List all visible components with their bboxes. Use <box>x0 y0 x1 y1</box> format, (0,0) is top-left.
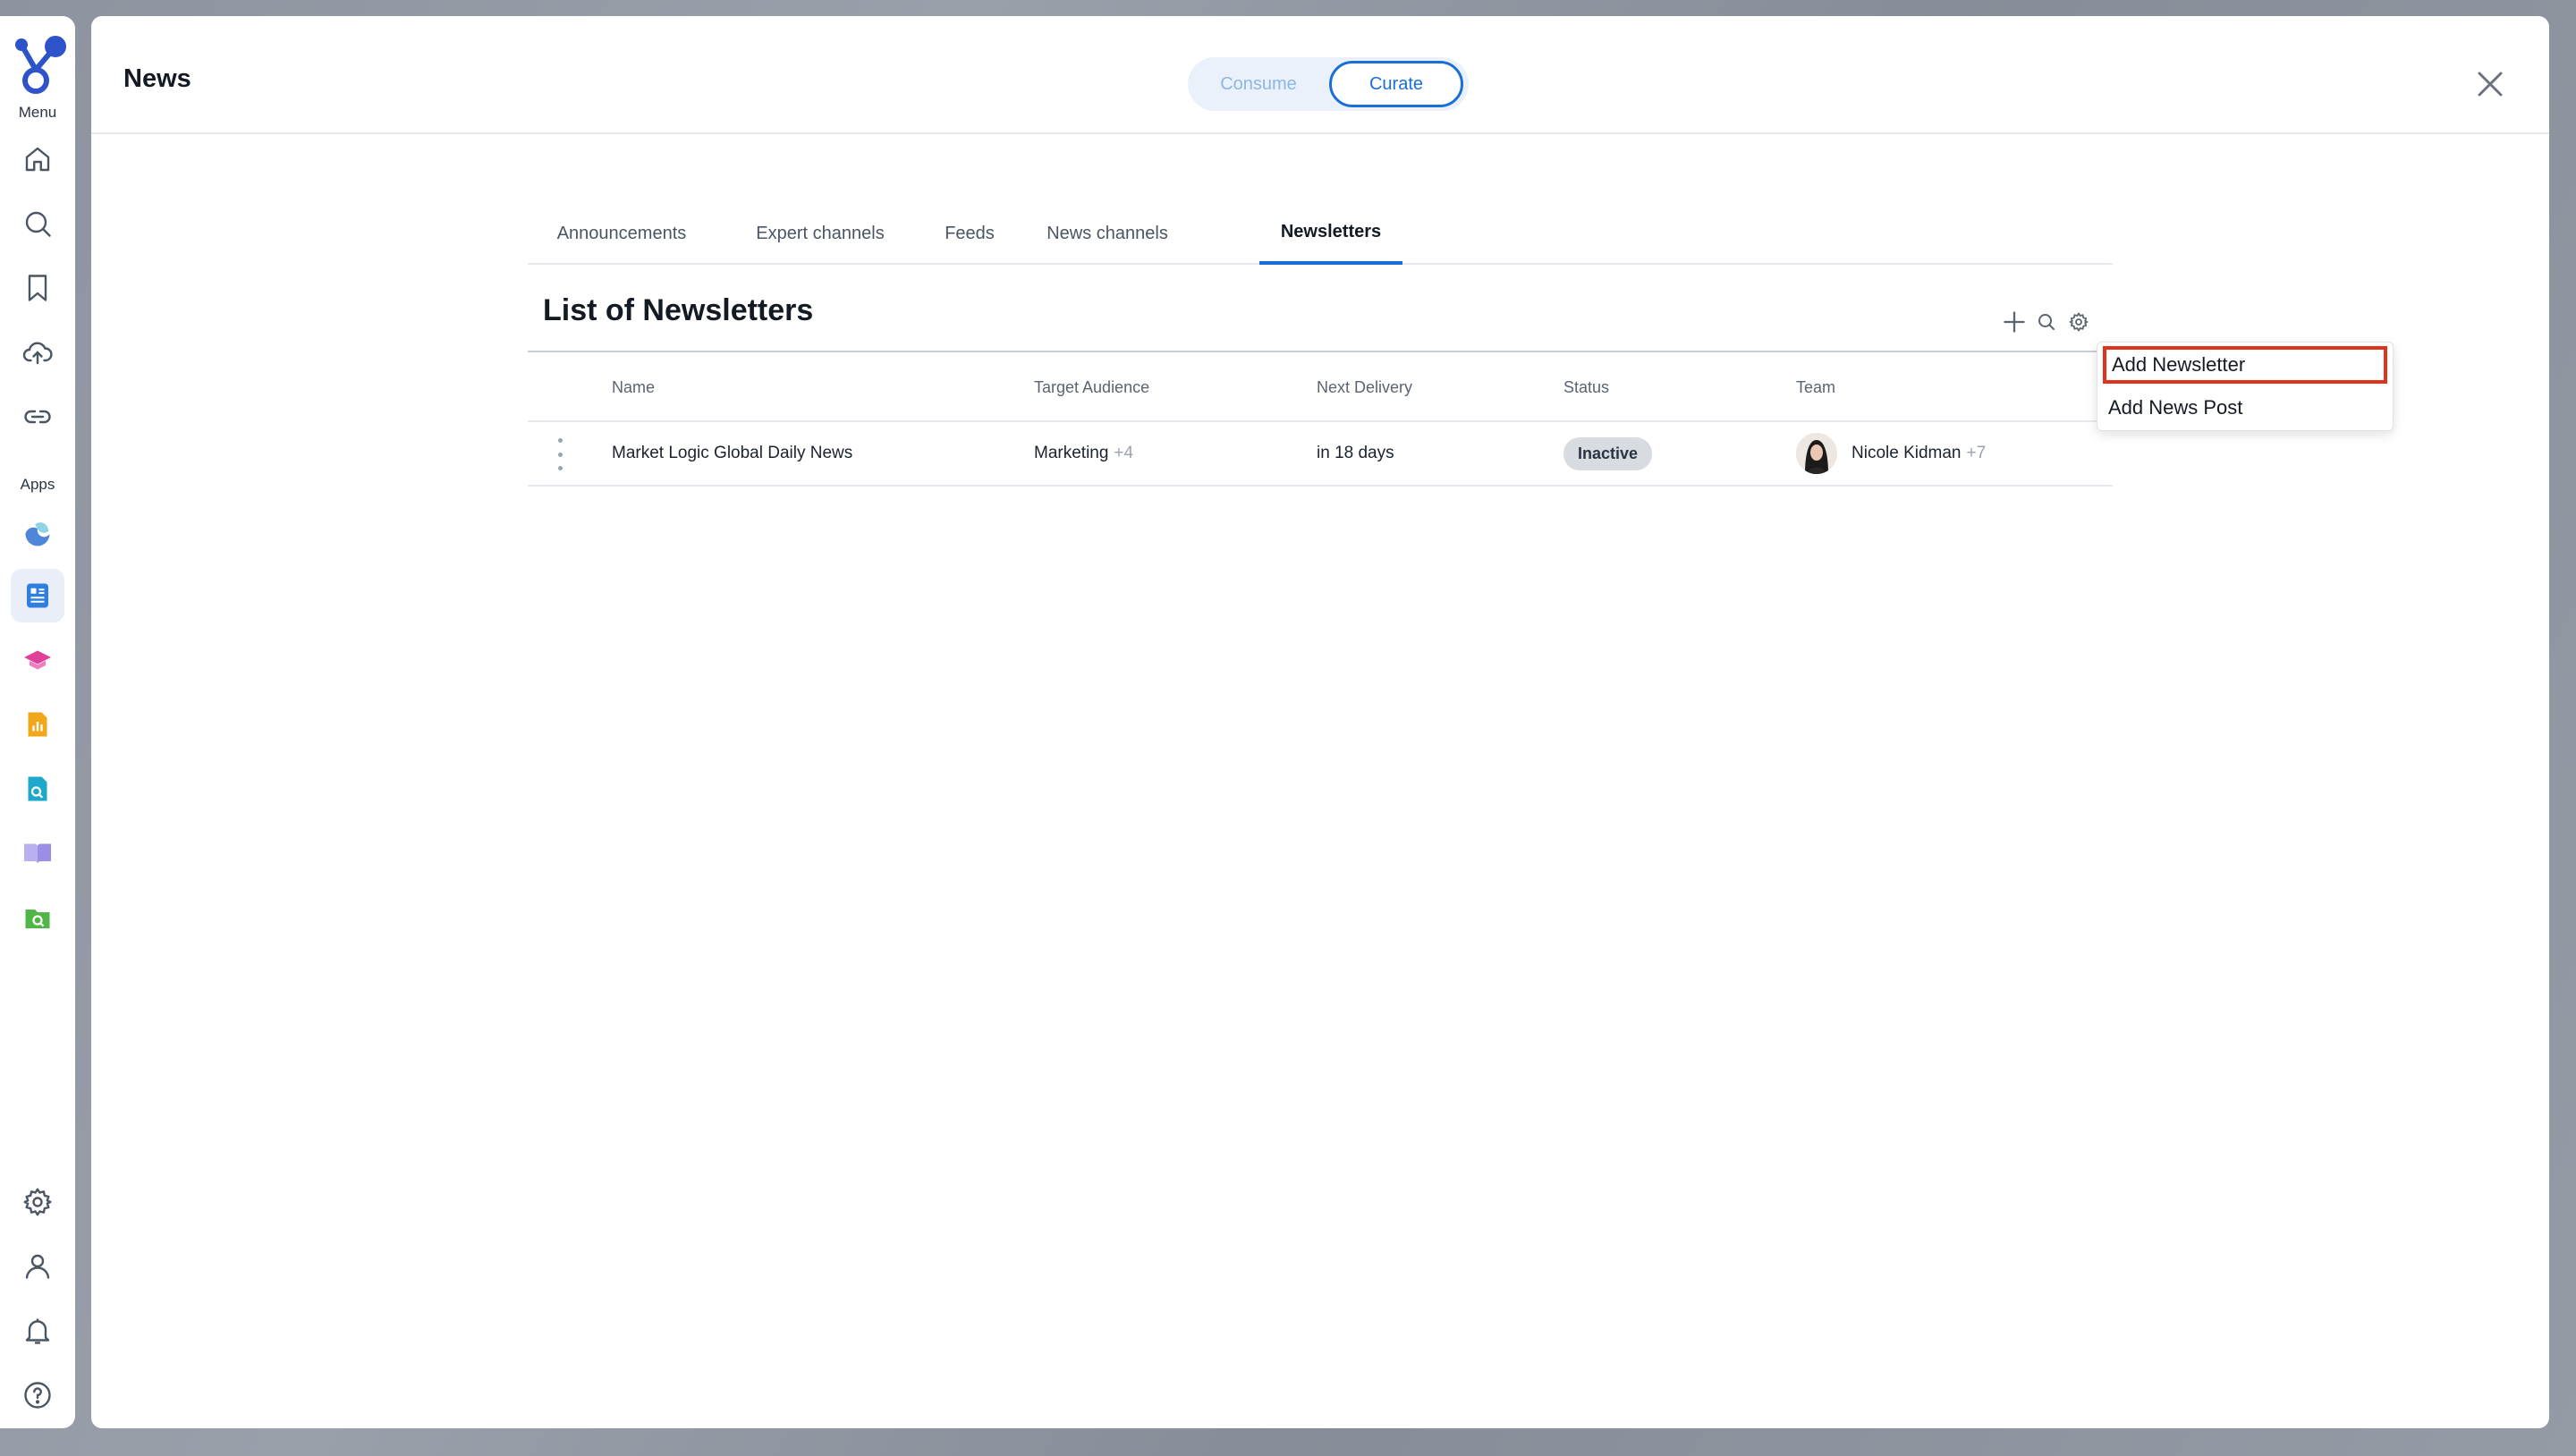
avatar[interactable] <box>1796 433 1837 474</box>
row-actions-kebab-icon[interactable] <box>549 438 571 470</box>
user-icon[interactable] <box>11 1240 64 1293</box>
search-list-icon[interactable] <box>2032 308 2061 336</box>
news-tabs: Announcements Expert channels Feeds News… <box>528 202 2113 265</box>
tab-announcements[interactable]: Announcements <box>528 202 716 265</box>
reports-app-icon[interactable] <box>11 698 64 751</box>
curate-mode-button[interactable]: Curate <box>1329 61 1463 107</box>
weather-app-icon[interactable] <box>11 504 64 558</box>
settings-icon[interactable] <box>11 1175 64 1229</box>
close-icon[interactable] <box>2470 64 2510 104</box>
mode-toggle: Consume Curate <box>1188 57 1469 111</box>
menu-section-label: Menu <box>18 104 57 121</box>
add-newsletter-menu-item[interactable]: Add Newsletter <box>2103 346 2387 384</box>
newsletters-table: Name Target Audience Next Delivery Statu… <box>528 351 2113 487</box>
search-icon[interactable] <box>11 197 64 250</box>
newsletter-name[interactable]: Market Logic Global Daily News <box>612 422 852 485</box>
column-header-team[interactable]: Team <box>1796 352 1835 422</box>
column-header-name[interactable]: Name <box>612 352 655 422</box>
learning-app-icon[interactable] <box>11 633 64 687</box>
team-lead-name: Nicole Kidman <box>1852 444 1962 462</box>
news-panel: News Consume Curate Announcements Expert… <box>91 16 2549 1428</box>
help-icon[interactable] <box>11 1368 64 1422</box>
tab-feeds[interactable]: Feeds <box>925 202 1014 265</box>
status-cell: Inactive <box>1563 422 1653 485</box>
tab-expert-channels[interactable]: Expert channels <box>726 202 914 265</box>
column-header-next-delivery[interactable]: Next Delivery <box>1317 352 1412 422</box>
upload-cloud-icon[interactable] <box>11 326 64 379</box>
home-icon[interactable] <box>11 132 64 186</box>
team-more[interactable]: +7 <box>1967 444 1987 463</box>
panel-header: News Consume Curate <box>91 16 2549 134</box>
tab-news-channels[interactable]: News channels <box>1025 202 1190 265</box>
next-delivery-value: in 18 days <box>1317 444 1394 462</box>
notifications-icon[interactable] <box>11 1304 64 1358</box>
target-audience-cell: Marketing +4 <box>1034 422 1133 485</box>
list-title: List of Newsletters <box>543 293 814 327</box>
link-icon[interactable] <box>11 390 64 444</box>
sidebar: Menu Apps <box>0 16 75 1428</box>
tab-newsletters[interactable]: Newsletters <box>1259 202 1402 265</box>
add-dropdown-menu: Add Newsletter Add News Post <box>2097 342 2394 431</box>
column-header-status[interactable]: Status <box>1563 352 1609 422</box>
page-title: News <box>123 64 191 93</box>
target-audience-value: Marketing <box>1034 444 1109 462</box>
consume-mode-button[interactable]: Consume <box>1193 61 1324 107</box>
table-header: Name Target Audience Next Delivery Statu… <box>528 351 2113 422</box>
column-header-target-audience[interactable]: Target Audience <box>1034 352 1149 422</box>
doc-search-app-icon[interactable] <box>11 762 64 816</box>
bookmark-icon[interactable] <box>11 261 64 315</box>
team-cell: Nicole Kidman +7 <box>1796 422 1986 485</box>
folder-search-app-icon[interactable] <box>11 891 64 944</box>
list-settings-icon[interactable] <box>2064 308 2093 336</box>
news-app-icon[interactable] <box>11 569 64 622</box>
target-audience-more[interactable]: +4 <box>1114 444 1133 463</box>
add-news-post-menu-item[interactable]: Add News Post <box>2103 389 2387 427</box>
table-row[interactable]: Market Logic Global Daily News Marketing… <box>528 422 2113 487</box>
book-app-icon[interactable] <box>11 826 64 880</box>
status-badge: Inactive <box>1563 436 1653 470</box>
add-icon[interactable] <box>2000 308 2029 336</box>
app-logo-icon[interactable] <box>9 27 66 95</box>
apps-section-label: Apps <box>20 476 55 493</box>
